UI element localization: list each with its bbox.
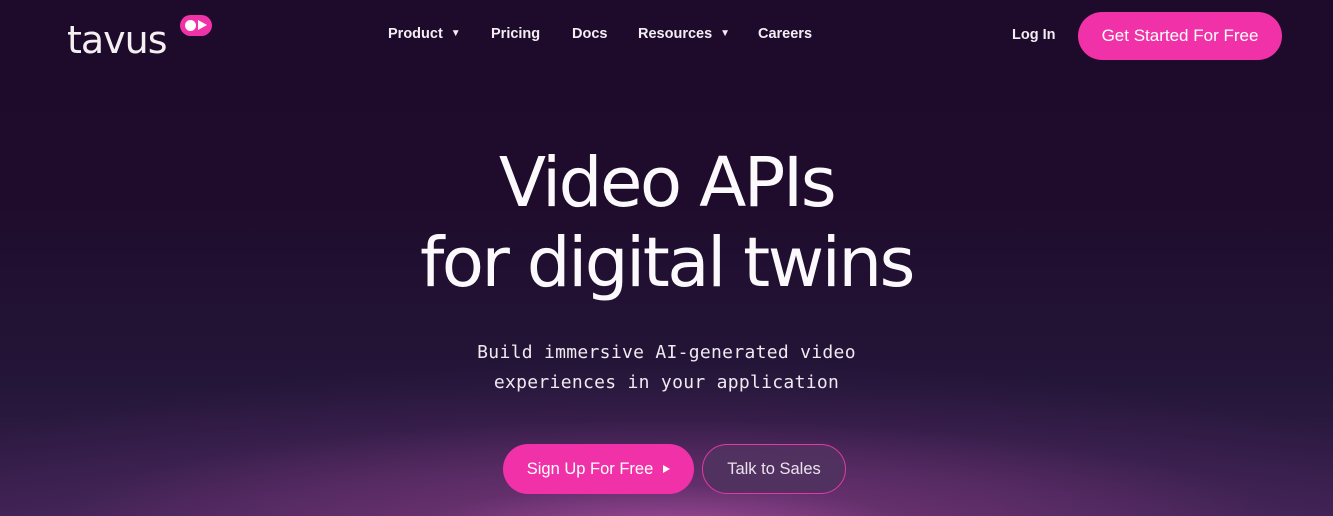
nav-item-resources[interactable]: Resources ▼ (638, 26, 730, 42)
logo-wordmark: tavus (67, 18, 168, 62)
sign-up-label: Sign Up For Free (526, 459, 654, 478)
record-dot-icon (185, 20, 196, 31)
hero-title-line1: Video APIs (498, 143, 837, 223)
play-arrow-icon (663, 465, 671, 473)
nav-item-pricing[interactable]: Pricing (491, 26, 540, 42)
sign-up-button[interactable]: Sign Up For Free (503, 444, 694, 494)
play-triangle-icon (198, 20, 207, 30)
top-navigation: tavus Product ▼ Pricing Docs Resources ▼… (0, 0, 1333, 72)
hero-title-line2: for digital twins (419, 223, 916, 303)
hero-subtitle-line2: experiences in your application (493, 372, 840, 393)
get-started-button[interactable]: Get Started For Free (1078, 12, 1282, 60)
nav-item-product[interactable]: Product ▼ (388, 26, 461, 42)
record-play-icon (180, 15, 212, 36)
hero-subtitle-line1: Build immersive AI-generated video (477, 342, 856, 363)
nav-item-label: Careers (758, 26, 813, 42)
nav-item-label: Product (388, 26, 443, 42)
login-link[interactable]: Log In (1012, 27, 1056, 43)
nav-item-label: Docs (572, 26, 608, 42)
chevron-down-icon: ▼ (720, 28, 731, 39)
nav-item-label: Resources (638, 26, 713, 42)
nav-item-careers[interactable]: Careers (758, 26, 812, 42)
talk-to-sales-button[interactable]: Talk to Sales (702, 444, 846, 494)
hero-subtitle: Build immersive AI-generated video exper… (0, 338, 1333, 398)
nav-item-docs[interactable]: Docs (572, 26, 607, 42)
nav-item-label: Pricing (491, 26, 541, 42)
hero-title: Video APIs for digital twins (0, 143, 1333, 303)
chevron-down-icon: ▼ (450, 28, 461, 39)
